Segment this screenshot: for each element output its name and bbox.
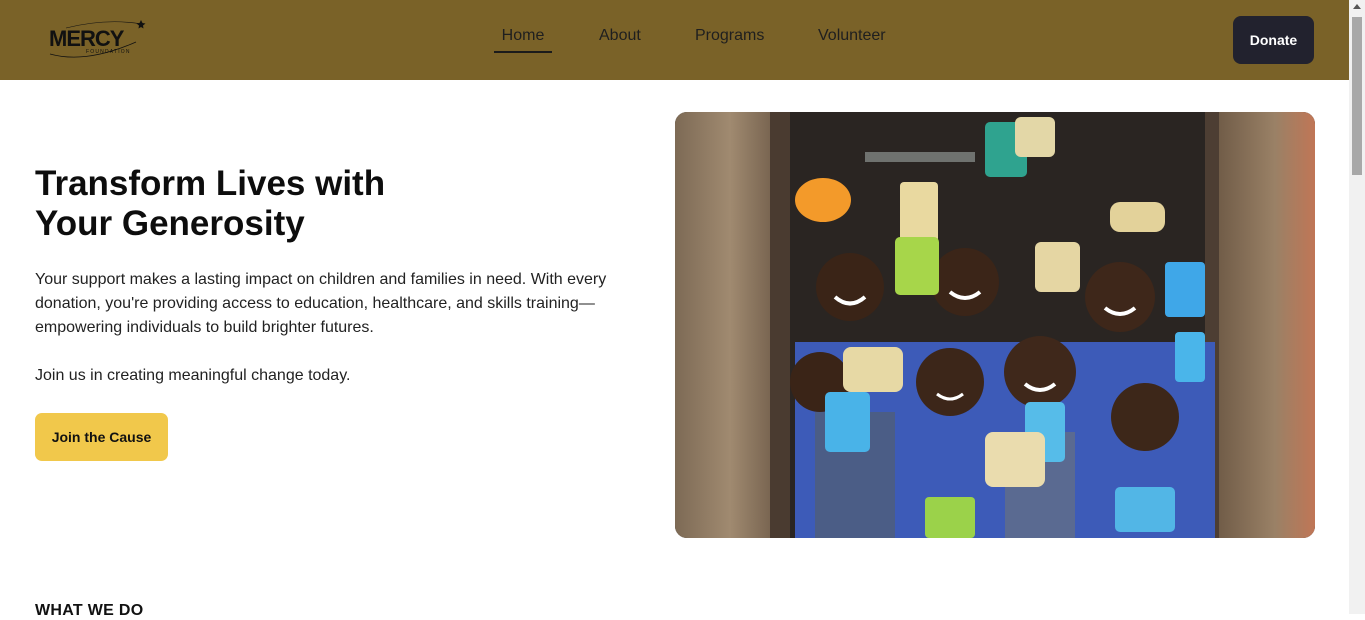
hero-title: Transform Lives with Your Generosity (35, 164, 455, 244)
nav-link-volunteer[interactable]: Volunteer (818, 27, 886, 45)
section-label-what-we-do: WHAT WE DO (35, 602, 144, 619)
join-the-cause-button[interactable]: Join the Cause (35, 413, 168, 461)
hero-photo-children (675, 112, 1315, 538)
logo-tagline: FOUNDATION (86, 49, 131, 55)
scroll-up-arrow-icon[interactable] (1353, 4, 1361, 9)
hero-photo-illustration (675, 112, 1315, 538)
nav-link-programs[interactable]: Programs (695, 27, 764, 45)
nav-link-home[interactable]: Home (494, 27, 552, 53)
top-navbar: MERCY FOUNDATION Home About Programs Vol… (0, 0, 1349, 80)
hero-title-line-2: Your Generosity (35, 204, 305, 243)
page-scrollbar[interactable] (1349, 0, 1365, 614)
hero-call-to-action-text: Join us in creating meaningful change to… (35, 367, 351, 384)
hero-title-line-1: Transform Lives with (35, 164, 386, 203)
nav-link-about[interactable]: About (599, 27, 641, 45)
donate-button[interactable]: Donate (1233, 16, 1314, 64)
hero-description: Your support makes a lasting impact on c… (35, 271, 607, 336)
mercy-foundation-logo[interactable]: MERCY FOUNDATION (46, 20, 146, 62)
scrollbar-thumb[interactable] (1352, 17, 1362, 175)
